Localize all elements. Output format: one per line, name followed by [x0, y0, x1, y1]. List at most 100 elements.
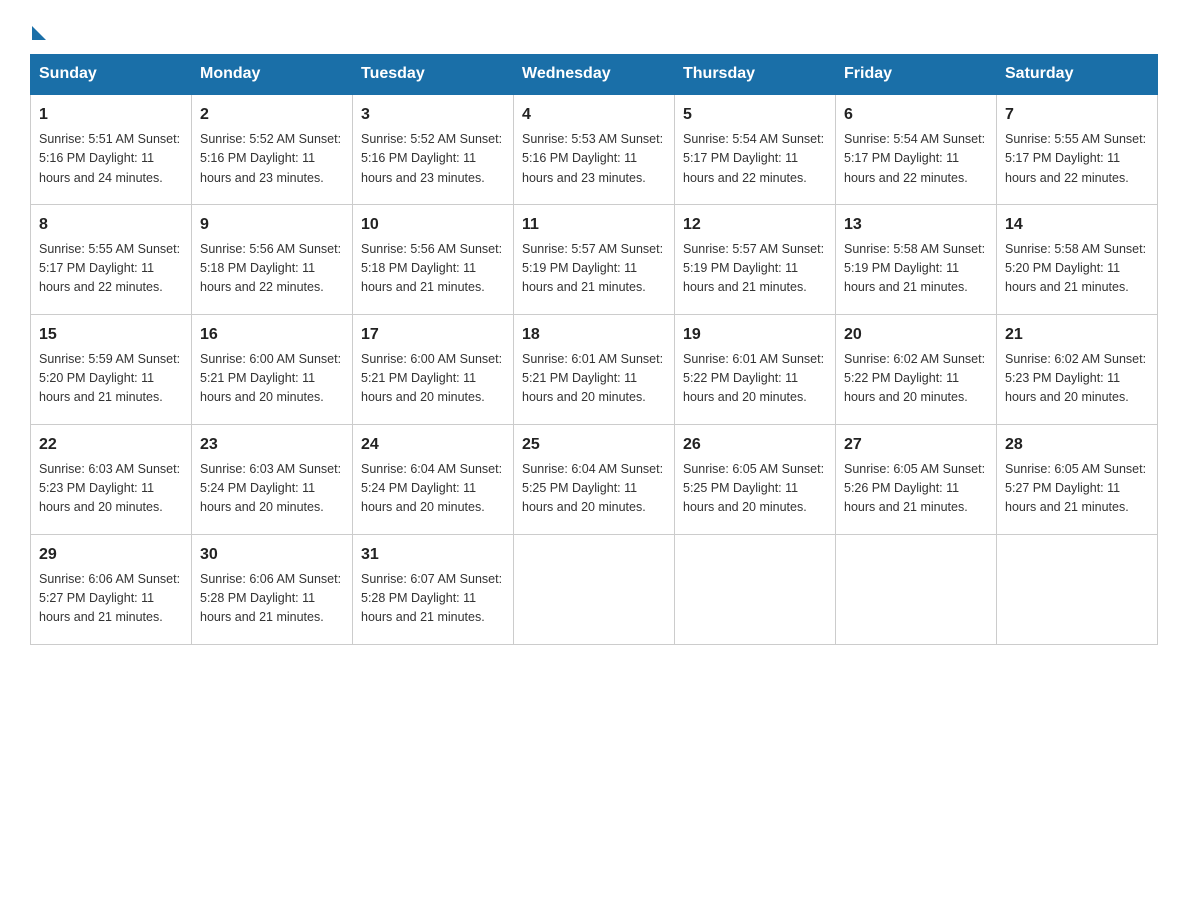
calendar-week-1: 1Sunrise: 5:51 AM Sunset: 5:16 PM Daylig…	[31, 94, 1158, 204]
calendar-cell: 15Sunrise: 5:59 AM Sunset: 5:20 PM Dayli…	[31, 314, 192, 424]
calendar-cell: 23 Sunrise: 6:03 AM Sunset: 5:24 PM Dayli…	[192, 424, 353, 534]
day-number: 22	[39, 433, 183, 457]
calendar-cell: 2 Sunrise: 5:52 AM Sunset: 5:16 PM Daylig…	[192, 94, 353, 204]
day-number: 8	[39, 213, 183, 237]
calendar-cell: 10 Sunrise: 5:56 AM Sunset: 5:18 PM Dayli…	[353, 204, 514, 314]
col-header-friday: Friday	[836, 55, 997, 95]
calendar-cell: 21 Sunrise: 6:02 AM Sunset: 5:23 PM Dayli…	[997, 314, 1158, 424]
day-number: 25	[522, 433, 666, 457]
day-info: Sunrise: 5:54 AM Sunset: 5:17 PM Dayligh…	[844, 130, 988, 188]
col-header-thursday: Thursday	[675, 55, 836, 95]
calendar-cell: 4 Sunrise: 5:53 AM Sunset: 5:16 PM Daylig…	[514, 94, 675, 204]
day-info: Sunrise: 5:55 AM Sunset: 5:17 PM Dayligh…	[39, 240, 183, 298]
calendar-cell: 22 Sunrise: 6:03 AM Sunset: 5:23 PM Dayli…	[31, 424, 192, 534]
calendar-cell: 20 Sunrise: 6:02 AM Sunset: 5:22 PM Dayli…	[836, 314, 997, 424]
col-header-tuesday: Tuesday	[353, 55, 514, 95]
day-number: 13	[844, 213, 988, 237]
calendar-cell	[997, 534, 1158, 644]
day-info: Sunrise: 6:05 AM Sunset: 5:26 PM Dayligh…	[844, 460, 988, 518]
day-info: Sunrise: 6:03 AM Sunset: 5:23 PM Dayligh…	[39, 460, 183, 518]
calendar-cell: 12 Sunrise: 5:57 AM Sunset: 5:19 PM Dayli…	[675, 204, 836, 314]
day-info: Sunrise: 6:06 AM Sunset: 5:28 PM Dayligh…	[200, 570, 344, 628]
day-number: 20	[844, 323, 988, 347]
day-info: Sunrise: 5:56 AM Sunset: 5:18 PM Dayligh…	[361, 240, 505, 298]
calendar-cell: 26 Sunrise: 6:05 AM Sunset: 5:25 PM Dayli…	[675, 424, 836, 534]
calendar-table: SundayMondayTuesdayWednesdayThursdayFrid…	[30, 54, 1158, 645]
day-info: Sunrise: 5:53 AM Sunset: 5:16 PM Dayligh…	[522, 130, 666, 188]
day-number: 28	[1005, 433, 1149, 457]
day-info: Sunrise: 6:04 AM Sunset: 5:25 PM Dayligh…	[522, 460, 666, 518]
day-number: 23	[200, 433, 344, 457]
day-info: Sunrise: 6:06 AM Sunset: 5:27 PM Dayligh…	[39, 570, 183, 628]
day-number: 29	[39, 543, 183, 567]
day-info: Sunrise: 5:55 AM Sunset: 5:17 PM Dayligh…	[1005, 130, 1149, 188]
day-info: Sunrise: 6:02 AM Sunset: 5:22 PM Dayligh…	[844, 350, 988, 408]
day-info: Sunrise: 6:07 AM Sunset: 5:28 PM Dayligh…	[361, 570, 505, 628]
calendar-cell: 30 Sunrise: 6:06 AM Sunset: 5:28 PM Dayli…	[192, 534, 353, 644]
day-number: 6	[844, 103, 988, 127]
calendar-cell: 16 Sunrise: 6:00 AM Sunset: 5:21 PM Dayli…	[192, 314, 353, 424]
day-number: 30	[200, 543, 344, 567]
day-info: Sunrise: 5:58 AM Sunset: 5:20 PM Dayligh…	[1005, 240, 1149, 298]
day-number: 18	[522, 323, 666, 347]
day-info: Sunrise: 5:57 AM Sunset: 5:19 PM Dayligh…	[683, 240, 827, 298]
calendar-week-5: 29 Sunrise: 6:06 AM Sunset: 5:27 PM Dayli…	[31, 534, 1158, 644]
calendar-cell: 24 Sunrise: 6:04 AM Sunset: 5:24 PM Dayli…	[353, 424, 514, 534]
calendar-cell	[675, 534, 836, 644]
calendar-cell: 18 Sunrise: 6:01 AM Sunset: 5:21 PM Dayli…	[514, 314, 675, 424]
calendar-cell: 25 Sunrise: 6:04 AM Sunset: 5:25 PM Dayli…	[514, 424, 675, 534]
calendar-cell: 11 Sunrise: 5:57 AM Sunset: 5:19 PM Dayli…	[514, 204, 675, 314]
calendar-cell: 31Sunrise: 6:07 AM Sunset: 5:28 PM Dayli…	[353, 534, 514, 644]
day-number: 2	[200, 103, 344, 127]
day-info: Sunrise: 5:58 AM Sunset: 5:19 PM Dayligh…	[844, 240, 988, 298]
day-info: Sunrise: 6:02 AM Sunset: 5:23 PM Dayligh…	[1005, 350, 1149, 408]
day-number: 3	[361, 103, 505, 127]
day-info: Sunrise: 6:04 AM Sunset: 5:24 PM Dayligh…	[361, 460, 505, 518]
day-info: Sunrise: 6:05 AM Sunset: 5:27 PM Dayligh…	[1005, 460, 1149, 518]
day-info: Sunrise: 6:05 AM Sunset: 5:25 PM Dayligh…	[683, 460, 827, 518]
calendar-cell: 8 Sunrise: 5:55 AM Sunset: 5:17 PM Daylig…	[31, 204, 192, 314]
day-number: 7	[1005, 103, 1149, 127]
day-number: 11	[522, 213, 666, 237]
day-number: 17	[361, 323, 505, 347]
day-number: 16	[200, 323, 344, 347]
calendar-cell: 7 Sunrise: 5:55 AM Sunset: 5:17 PM Daylig…	[997, 94, 1158, 204]
calendar-cell: 3 Sunrise: 5:52 AM Sunset: 5:16 PM Daylig…	[353, 94, 514, 204]
day-number: 4	[522, 103, 666, 127]
day-number: 26	[683, 433, 827, 457]
calendar-cell: 28 Sunrise: 6:05 AM Sunset: 5:27 PM Dayli…	[997, 424, 1158, 534]
day-info: Sunrise: 6:01 AM Sunset: 5:21 PM Dayligh…	[522, 350, 666, 408]
calendar-cell: 19Sunrise: 6:01 AM Sunset: 5:22 PM Dayli…	[675, 314, 836, 424]
calendar-week-4: 22 Sunrise: 6:03 AM Sunset: 5:23 PM Dayli…	[31, 424, 1158, 534]
day-info: Sunrise: 5:57 AM Sunset: 5:19 PM Dayligh…	[522, 240, 666, 298]
col-header-saturday: Saturday	[997, 55, 1158, 95]
calendar-cell: 13 Sunrise: 5:58 AM Sunset: 5:19 PM Dayli…	[836, 204, 997, 314]
calendar-cell: 6 Sunrise: 5:54 AM Sunset: 5:17 PM Daylig…	[836, 94, 997, 204]
calendar-cell: 27 Sunrise: 6:05 AM Sunset: 5:26 PM Dayli…	[836, 424, 997, 534]
day-number: 12	[683, 213, 827, 237]
day-number: 21	[1005, 323, 1149, 347]
calendar-week-3: 15Sunrise: 5:59 AM Sunset: 5:20 PM Dayli…	[31, 314, 1158, 424]
calendar-cell: 9Sunrise: 5:56 AM Sunset: 5:18 PM Daylig…	[192, 204, 353, 314]
calendar-cell: 1Sunrise: 5:51 AM Sunset: 5:16 PM Daylig…	[31, 94, 192, 204]
calendar-cell: 17Sunrise: 6:00 AM Sunset: 5:21 PM Dayli…	[353, 314, 514, 424]
day-info: Sunrise: 6:00 AM Sunset: 5:21 PM Dayligh…	[200, 350, 344, 408]
day-info: Sunrise: 5:59 AM Sunset: 5:20 PM Dayligh…	[39, 350, 183, 408]
day-info: Sunrise: 5:52 AM Sunset: 5:16 PM Dayligh…	[200, 130, 344, 188]
calendar-week-2: 8 Sunrise: 5:55 AM Sunset: 5:17 PM Daylig…	[31, 204, 1158, 314]
logo	[30, 20, 46, 36]
day-number: 9	[200, 213, 344, 237]
day-number: 10	[361, 213, 505, 237]
day-number: 24	[361, 433, 505, 457]
calendar-cell	[514, 534, 675, 644]
day-info: Sunrise: 5:52 AM Sunset: 5:16 PM Dayligh…	[361, 130, 505, 188]
day-info: Sunrise: 6:01 AM Sunset: 5:22 PM Dayligh…	[683, 350, 827, 408]
calendar-cell: 29 Sunrise: 6:06 AM Sunset: 5:27 PM Dayli…	[31, 534, 192, 644]
calendar-cell	[836, 534, 997, 644]
col-header-wednesday: Wednesday	[514, 55, 675, 95]
day-number: 27	[844, 433, 988, 457]
col-header-sunday: Sunday	[31, 55, 192, 95]
day-info: Sunrise: 6:03 AM Sunset: 5:24 PM Dayligh…	[200, 460, 344, 518]
calendar-cell: 5Sunrise: 5:54 AM Sunset: 5:17 PM Daylig…	[675, 94, 836, 204]
day-number: 1	[39, 103, 183, 127]
